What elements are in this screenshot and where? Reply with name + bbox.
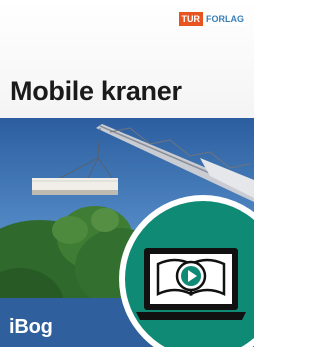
publisher-logo-suffix: FORLAG — [203, 12, 246, 26]
cover-header: TUR FORLAG Mobile kraner — [0, 0, 254, 118]
ibog-brand-text: iBog — [9, 316, 53, 338]
publisher-logo-prefix: TUR — [178, 12, 203, 26]
suspended-load — [32, 178, 118, 195]
book-cover[interactable]: TUR FORLAG Mobile kraner iBog — [0, 0, 254, 347]
publisher-logo: TUR FORLAG — [178, 12, 246, 26]
ibog-brand: iBog — [9, 316, 53, 339]
laptop-with-book-and-play-icon — [136, 248, 246, 320]
book-title: Mobile kraner — [10, 76, 182, 106]
video-book-badge — [119, 195, 254, 347]
